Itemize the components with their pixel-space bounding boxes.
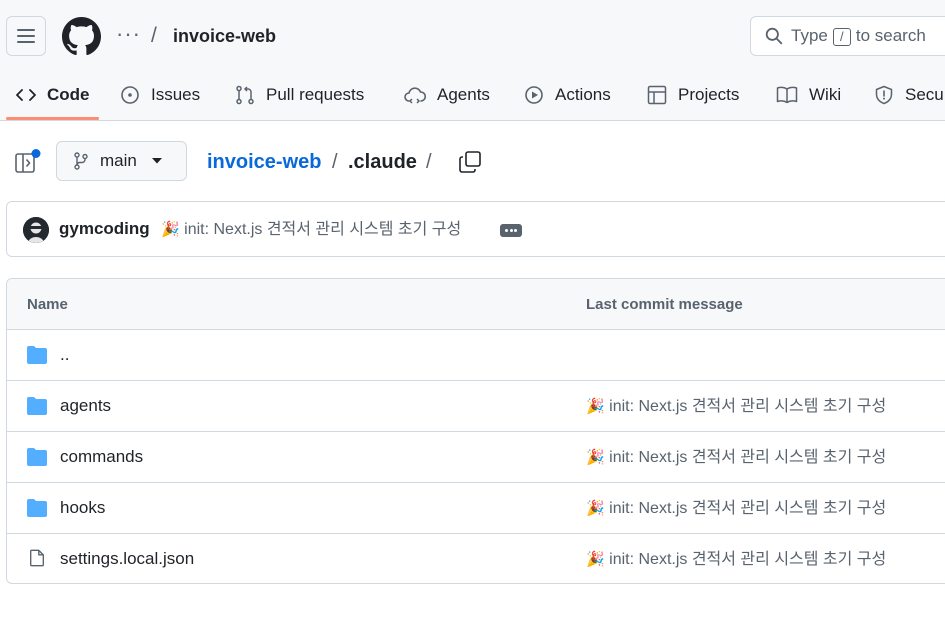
file-icon xyxy=(30,549,44,567)
search-shortcut-key: / xyxy=(832,27,851,46)
path-separator: / xyxy=(426,151,432,173)
table-row[interactable]: commands 🎉 init: Next.js 견적서 관리 시스템 초기 구… xyxy=(7,432,945,483)
folder-icon xyxy=(27,346,47,364)
commit-author-link[interactable]: gymcoding xyxy=(59,219,150,239)
row-commit-message-link[interactable]: 🎉 init: Next.js 견적서 관리 시스템 초기 구성 xyxy=(586,396,886,417)
path-repo-link[interactable]: invoice-web xyxy=(207,150,321,174)
active-tab-indicator xyxy=(6,117,99,120)
repo-name-link[interactable]: invoice-web xyxy=(173,25,276,47)
menu-button[interactable] xyxy=(6,16,46,56)
branch-name: main xyxy=(100,151,137,170)
file-table: Name Last commit message .. agents 🎉 ini… xyxy=(6,278,945,584)
shield-icon xyxy=(875,85,893,105)
tab-projects[interactable]: Projects xyxy=(647,70,739,120)
search-input[interactable]: Type / to search xyxy=(750,16,945,56)
search-placeholder: Type / to search xyxy=(791,26,926,46)
party-popper-icon: 🎉 xyxy=(586,550,605,568)
row-commit-message-link[interactable]: 🎉 init: Next.js 견적서 관리 시스템 초기 구성 xyxy=(586,549,886,570)
branch-selector-button[interactable]: main xyxy=(56,141,187,181)
tab-label: Pull requests xyxy=(266,85,365,104)
play-icon xyxy=(525,86,543,104)
commit-message-link[interactable]: 🎉 init: Next.js 견적서 관리 시스템 초기 구성 xyxy=(161,219,461,240)
search-icon xyxy=(765,27,783,45)
copy-path-icon[interactable] xyxy=(456,148,484,176)
app-header: ··· / invoice-web Type / to search Code Is… xyxy=(0,0,945,121)
path-current-dir: .claude xyxy=(348,151,417,173)
issue-icon xyxy=(121,86,139,104)
github-logo-icon[interactable] xyxy=(62,17,101,56)
file-name-link[interactable]: hooks xyxy=(60,498,105,518)
tab-pull-requests[interactable]: Pull requests xyxy=(235,70,364,120)
tab-label: Agents xyxy=(437,85,490,104)
column-header-commit-message: Last commit message xyxy=(586,296,743,313)
file-name-link[interactable]: agents xyxy=(60,396,111,416)
table-row-parent[interactable]: .. xyxy=(7,330,945,381)
breadcrumb-separator: / xyxy=(151,24,157,47)
caret-down-icon xyxy=(151,158,162,164)
tab-label: Code xyxy=(47,85,90,104)
sidebar-toggle-icon[interactable] xyxy=(14,148,42,176)
tab-label: Projects xyxy=(678,85,740,104)
avatar[interactable] xyxy=(23,217,49,243)
row-commit-message-link[interactable]: 🎉 init: Next.js 견적서 관리 시스템 초기 구성 xyxy=(586,447,886,468)
party-popper-icon: 🎉 xyxy=(586,397,605,415)
code-icon xyxy=(16,89,36,101)
file-name-link[interactable]: settings.local.json xyxy=(60,549,194,569)
row-commit-message-link[interactable]: 🎉 init: Next.js 견적서 관리 시스템 초기 구성 xyxy=(586,498,886,519)
book-icon xyxy=(776,86,798,104)
file-name-link[interactable]: .. xyxy=(60,345,69,365)
tab-actions[interactable]: Actions xyxy=(524,70,611,120)
latest-commit-bar: gymcoding 🎉 init: Next.js 견적서 관리 시스템 초기 … xyxy=(6,201,945,257)
file-name-link[interactable]: commands xyxy=(60,447,143,467)
folder-icon xyxy=(27,397,47,415)
table-row[interactable]: hooks 🎉 init: Next.js 견적서 관리 시스템 초기 구성 xyxy=(7,483,945,534)
tab-label: Issues xyxy=(151,85,201,104)
column-header-name: Name xyxy=(27,296,68,313)
table-row[interactable]: settings.local.json 🎉 init: Next.js 견적서 … xyxy=(7,534,945,583)
hamburger-icon xyxy=(17,29,35,43)
tab-wiki[interactable]: Wiki xyxy=(776,70,841,120)
folder-icon xyxy=(27,499,47,517)
tab-security[interactable]: Secu xyxy=(874,70,944,120)
tab-label: Secu xyxy=(905,85,944,104)
breadcrumb-more-button[interactable]: ··· xyxy=(116,22,141,46)
table-icon xyxy=(647,85,667,105)
tab-label: Actions xyxy=(555,85,611,104)
table-header: Name Last commit message xyxy=(7,279,945,330)
table-row[interactable]: agents 🎉 init: Next.js 견적서 관리 시스템 초기 구성 xyxy=(7,381,945,432)
git-branch-icon xyxy=(74,152,88,170)
party-popper-icon: 🎉 xyxy=(586,448,605,466)
expand-commit-button[interactable] xyxy=(500,224,522,237)
path-separator: / xyxy=(332,151,338,173)
tab-code[interactable]: Code xyxy=(16,70,90,120)
repo-tabs: Code Issues Pull requests Agents Actions… xyxy=(0,70,945,121)
party-popper-icon: 🎉 xyxy=(586,499,605,517)
folder-icon xyxy=(27,448,47,466)
pull-request-icon xyxy=(236,85,254,105)
agents-icon xyxy=(404,87,426,104)
tab-agents[interactable]: Agents xyxy=(404,70,490,120)
tab-label: Wiki xyxy=(809,85,842,104)
tab-issues[interactable]: Issues xyxy=(120,70,200,120)
party-popper-icon: 🎉 xyxy=(161,220,180,238)
